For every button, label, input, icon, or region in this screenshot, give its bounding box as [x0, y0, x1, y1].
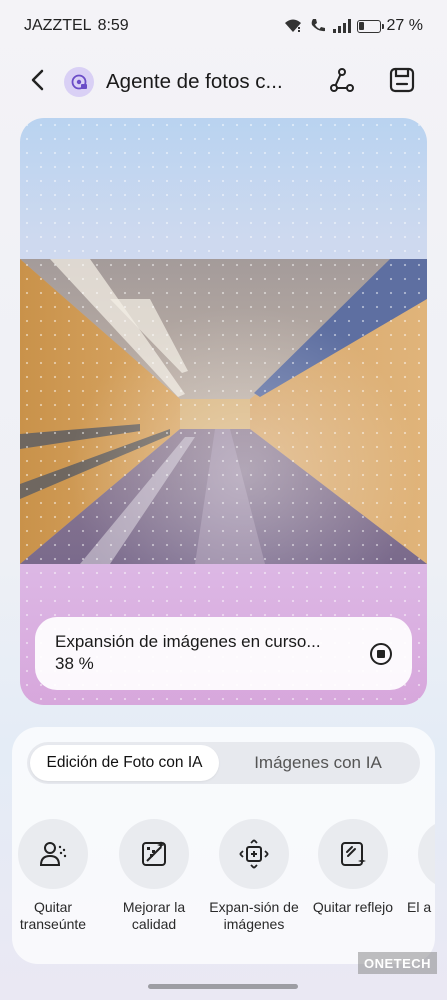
enhance-quality-icon	[119, 819, 189, 889]
back-arrow-icon	[28, 69, 48, 96]
ai-tools-panel: Edición de Foto con IA Imágenes con IA Q…	[12, 727, 435, 964]
share-button[interactable]	[322, 62, 362, 102]
progress-percent: 38 %	[55, 654, 94, 673]
share-icon	[327, 65, 357, 100]
remove-person-icon	[18, 819, 88, 889]
remove-reflection-icon	[318, 819, 388, 889]
status-bar: JAZZTEL 8:59 27 %	[0, 0, 447, 52]
enhance-quality-tool[interactable]: Mejorar la calidad	[106, 819, 202, 932]
image-preview-card: Expansión de imágenes en curso... 38 %	[20, 118, 427, 705]
battery-percent: 27 %	[386, 17, 423, 34]
save-icon	[388, 66, 416, 99]
tool-label: Quitar transeúnte	[19, 899, 87, 932]
stop-icon	[368, 643, 394, 671]
save-button[interactable]	[382, 62, 422, 102]
progress-text: Expansión de imágenes en curso...	[55, 632, 321, 651]
progress-status: Expansión de imágenes en curso... 38 %	[35, 617, 412, 690]
remove-person-tool[interactable]: Quitar transeúnte	[12, 819, 101, 932]
partial-tool[interactable]: El a	[405, 819, 435, 916]
app-bar: Agente de fotos c...	[0, 58, 447, 106]
page-title: Agente de fotos c...	[106, 70, 283, 93]
signal-icon	[332, 19, 351, 33]
expand-image-tool[interactable]: Expan-sión de imágenes	[206, 819, 302, 932]
tool-label: Quitar reflejo	[312, 899, 394, 915]
remove-reflection-tool[interactable]: Quitar reflejo	[305, 819, 401, 916]
tool-label: Mejorar la calidad	[122, 899, 186, 932]
battery-icon	[356, 19, 384, 33]
tool-category-tabs: Edición de Foto con IA Imágenes con IA	[27, 742, 420, 784]
status-time: 8:59	[97, 17, 129, 34]
back-button[interactable]	[20, 64, 56, 100]
wifi-calling-icon	[309, 17, 327, 35]
expand-image-icon	[219, 819, 289, 889]
tool-label: El a	[407, 899, 432, 915]
watermark: ONETECH	[358, 952, 438, 974]
wifi-icon	[283, 18, 303, 34]
tab-ai-images[interactable]: Imágenes con IA	[219, 745, 417, 781]
photo-agent-icon	[64, 67, 94, 97]
tab-ai-photo-editing[interactable]: Edición de Foto con IA	[30, 745, 219, 781]
carrier-name: JAZZTEL	[24, 17, 92, 34]
stop-button[interactable]	[368, 641, 394, 667]
tool-label: Expan-sión de imágenes	[209, 899, 299, 932]
partial-tool-icon	[418, 819, 435, 889]
home-indicator[interactable]	[148, 984, 298, 989]
photo-preview	[20, 259, 427, 564]
